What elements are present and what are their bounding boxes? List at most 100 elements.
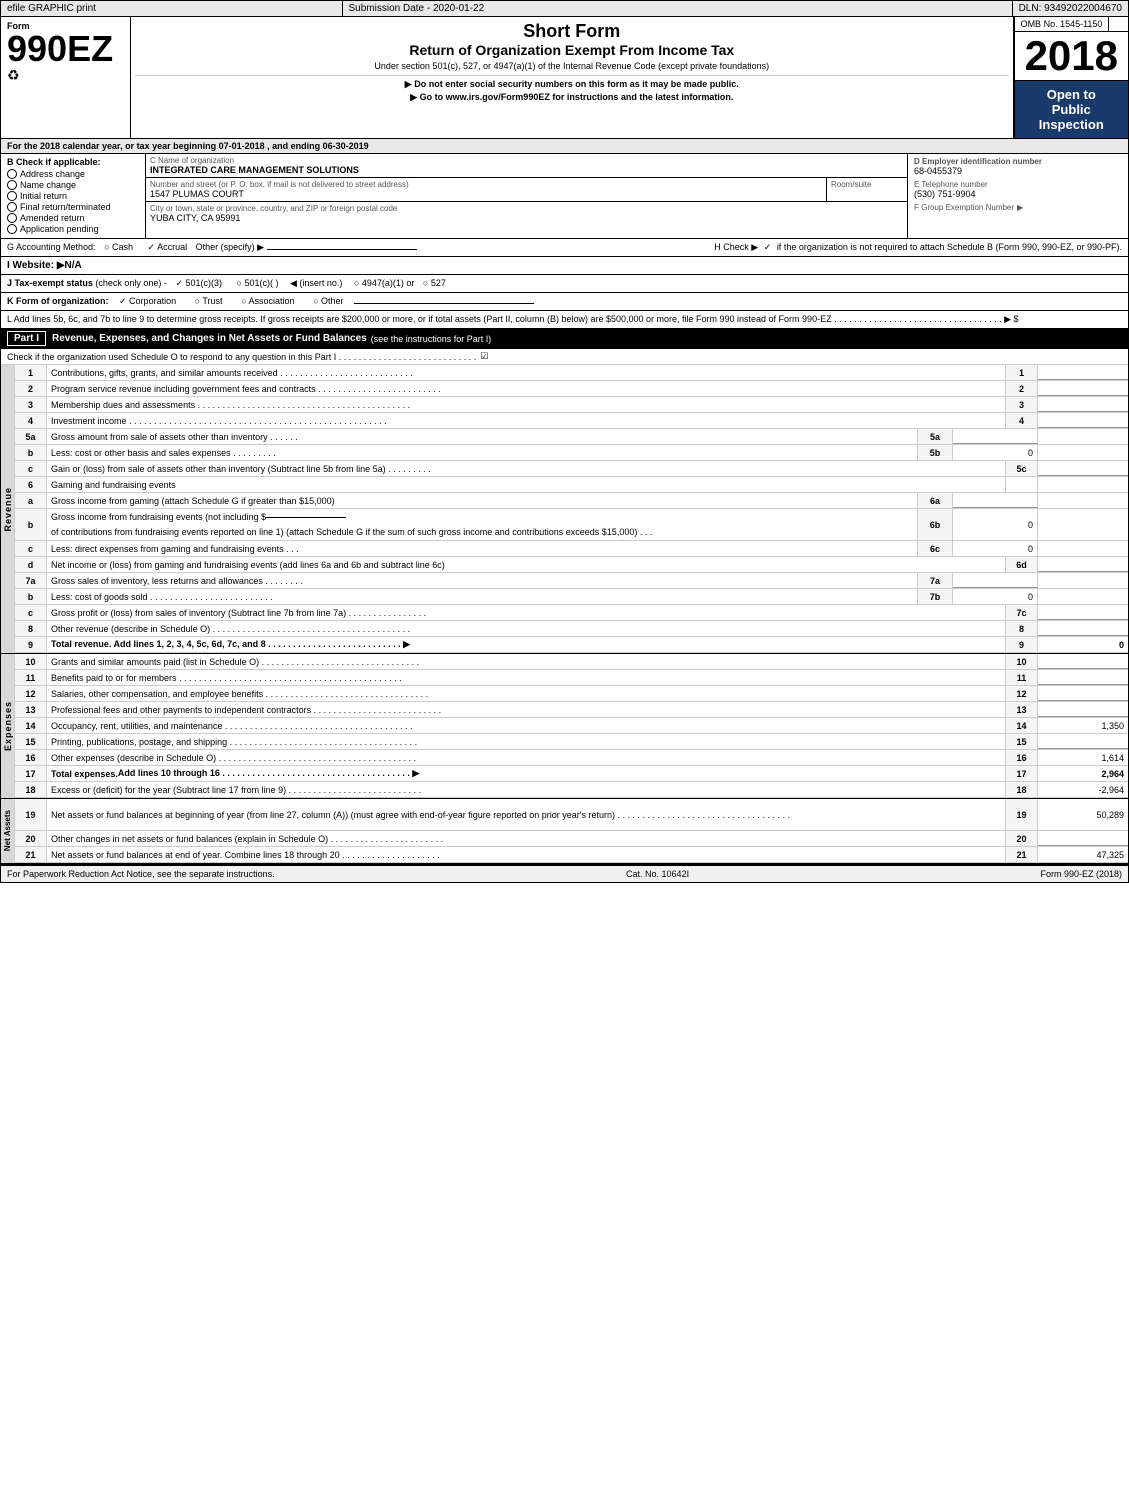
line-11-val <box>1038 670 1128 685</box>
line-15-num: 15 <box>15 734 47 749</box>
j-note: (check only one) - <box>95 278 167 288</box>
line-12-num: 12 <box>15 686 47 701</box>
k-corporation: ✓ Corporation <box>119 296 176 306</box>
line-14-val: 1,350 <box>1038 718 1128 733</box>
line-20-desc: Other changes in net assets or fund bala… <box>47 831 1006 846</box>
line-1-val <box>1038 365 1128 380</box>
line-18-row: 18 Excess or (deficit) for the year (Sub… <box>15 782 1128 798</box>
form-subtitle: Return of Organization Exempt From Incom… <box>135 42 1009 58</box>
line-10-desc: Grants and similar amounts paid (list in… <box>47 654 1006 669</box>
line-1-desc: Contributions, gifts, grants, and simila… <box>47 365 1006 380</box>
check-applicable-col: B Check if applicable: Address change Na… <box>1 154 146 238</box>
line-6b-desc: Gross income from fundraising events (no… <box>47 509 918 540</box>
name-change-radio[interactable] <box>7 180 17 190</box>
line-21-col: 21 <box>1006 847 1038 862</box>
accounting-left: G Accounting Method: ○ Cash ✓ Accrual Ot… <box>7 242 714 253</box>
line-2-col: 2 <box>1006 381 1038 396</box>
line-6d-col: 6d <box>1006 557 1038 572</box>
line-21-num: 21 <box>15 847 47 862</box>
line-5a-desc: Gross amount from sale of assets other t… <box>47 429 918 444</box>
amended-return-radio[interactable] <box>7 213 17 223</box>
line-19-val: 50,289 <box>1038 799 1128 830</box>
line-21-desc: Net assets or fund balances at end of ye… <box>47 847 1006 862</box>
line-8-row: 8 Other revenue (describe in Schedule O)… <box>15 621 1128 637</box>
line-16-desc: Other expenses (describe in Schedule O) … <box>47 750 1006 765</box>
j-insert: ◀ (insert no.) <box>290 278 342 288</box>
application-pending-item: Application pending <box>7 224 139 234</box>
org-ein: 68-0455379 <box>914 166 1122 176</box>
f-block: F Group Exemption Number ▶ <box>914 203 1122 212</box>
h-text: if the organization is not required to a… <box>777 242 1122 252</box>
tax-year-text: For the 2018 calendar year, or tax year … <box>7 141 265 151</box>
application-pending-radio[interactable] <box>7 224 17 234</box>
notice2: ▶ Go to www.irs.gov/Form990EZ for instru… <box>135 92 1009 103</box>
other-option: Other (specify) ▶ <box>196 242 264 252</box>
line-7a-col: 7a <box>918 573 953 588</box>
line-13-row: 13 Professional fees and other payments … <box>15 702 1128 718</box>
org-city-row: City or town, state or province, country… <box>146 202 907 225</box>
header-top-bar: efile GRAPHIC print Submission Date - 20… <box>1 1 1128 17</box>
line-11-desc: Benefits paid to or for members . . . . … <box>47 670 1006 685</box>
j-label: J Tax-exempt status <box>7 278 93 288</box>
line-16-col: 16 <box>1006 750 1038 765</box>
line-5a-num: 5a <box>15 429 47 444</box>
open-to-public-block: Open toPublicInspection <box>1015 81 1128 138</box>
line-5b-num: b <box>15 445 47 460</box>
line-5b-val: 0 <box>953 445 1038 460</box>
k-other: ○ Other <box>313 296 343 306</box>
form-title: Short Form <box>135 21 1009 42</box>
line-9-row: 9 Total revenue. Add lines 1, 2, 3, 4, 5… <box>15 637 1128 653</box>
line-6d-val <box>1038 557 1128 572</box>
line-4-row: 4 Investment income . . . . . . . . . . … <box>15 413 1128 429</box>
h-label: H Check ▶ <box>714 242 758 252</box>
line-7b-val: 0 <box>953 589 1038 604</box>
line-17-row: 17 Total expenses. Add lines 10 through … <box>15 766 1128 782</box>
address-change-radio[interactable] <box>7 169 17 179</box>
org-room-block: Room/suite <box>827 178 907 201</box>
address-change-item: Address change <box>7 169 139 179</box>
line-12-row: 12 Salaries, other compensation, and emp… <box>15 686 1128 702</box>
line-6a-row: a Gross income from gaming (attach Sched… <box>15 493 1128 509</box>
footer-row: For Paperwork Reduction Act Notice, see … <box>1 864 1128 882</box>
part1-title-note: (see the instructions for Part I) <box>371 334 492 344</box>
line-14-col: 14 <box>1006 718 1038 733</box>
dln-block: DLN: 93492022004670 <box>1013 1 1128 16</box>
f-label: F Group Exemption Number <box>914 203 1014 212</box>
line-20-num: 20 <box>15 831 47 846</box>
form-number: 990EZ <box>7 31 124 67</box>
line-7a-row: 7a Gross sales of inventory, less return… <box>15 573 1128 589</box>
form-title-block: Short Form Return of Organization Exempt… <box>131 17 1014 138</box>
line-6-desc: Gaming and fundraising events <box>47 477 1006 492</box>
f-arrow: ▶ <box>1017 203 1023 212</box>
line-18-col: 18 <box>1006 782 1038 797</box>
name-change-item: Name change <box>7 180 139 190</box>
open-to-public-text: Open toPublicInspection <box>1039 87 1104 132</box>
net-assets-section-wrapper: Net Assets 19 Net assets or fund balance… <box>1 799 1128 864</box>
expenses-lines: 10 Grants and similar amounts paid (list… <box>15 654 1128 798</box>
form-org-row: K Form of organization: ✓ Corporation ○ … <box>1 293 1128 311</box>
line-18-val: -2,964 <box>1038 782 1128 797</box>
notice1: ▶ Do not enter social security numbers o… <box>135 75 1009 90</box>
line-1-row: 1 Contributions, gifts, grants, and simi… <box>15 365 1128 381</box>
org-name-row: C Name of organization INTEGRATED CARE M… <box>146 154 907 178</box>
line-15-val <box>1038 734 1128 749</box>
address-change-label: Address change <box>20 169 85 179</box>
line-9-col: 9 <box>1006 637 1038 652</box>
tax-year-ending: , and ending 06-30-2019 <box>267 141 369 151</box>
line-7c-col: 7c <box>1006 605 1038 620</box>
line-3-desc: Membership dues and assessments . . . . … <box>47 397 1006 412</box>
final-return-radio[interactable] <box>7 202 17 212</box>
line-7c-num: c <box>15 605 47 620</box>
line-18-num: 18 <box>15 782 47 797</box>
line-6-num: 6 <box>15 477 47 492</box>
org-address: 1547 PLUMAS COURT <box>150 189 822 199</box>
omb-text: OMB No. 1545-1150 <box>1021 19 1103 29</box>
initial-return-radio[interactable] <box>7 191 17 201</box>
application-pending-label: Application pending <box>20 224 99 234</box>
check-line-val: ☑ <box>480 351 488 362</box>
efile-block: efile GRAPHIC print <box>1 1 343 16</box>
city-label: City or town, state or province, country… <box>150 204 903 213</box>
line-5a-val <box>953 429 1038 444</box>
org-address-row: Number and street (or P. O. box, if mail… <box>146 178 907 202</box>
line-6d-desc: Net income or (loss) from gaming and fun… <box>47 557 1006 572</box>
